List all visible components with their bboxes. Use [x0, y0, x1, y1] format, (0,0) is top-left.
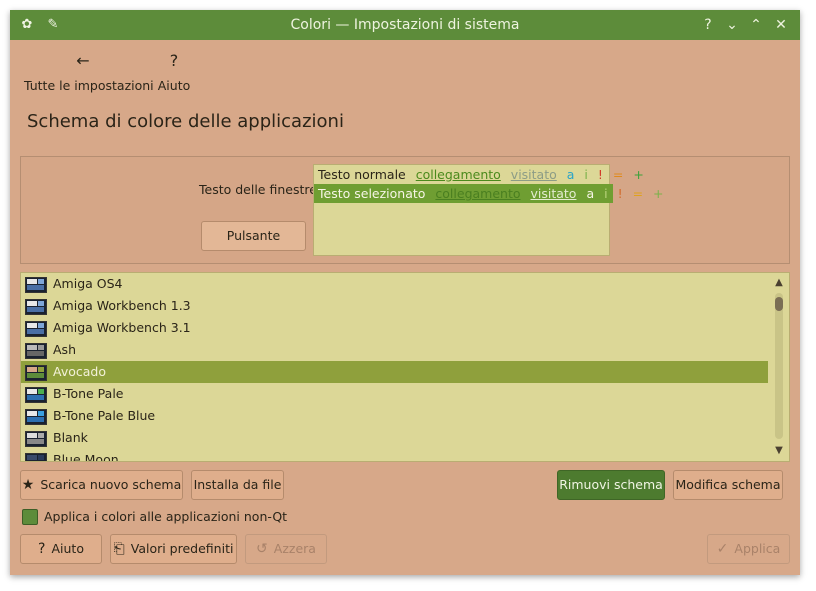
remove-scheme-button[interactable]: Rimuovi schema: [557, 470, 665, 500]
preview-selected-positive: +: [653, 186, 664, 201]
back-arrow-icon: ←: [76, 51, 90, 70]
preview-active: a: [566, 167, 575, 182]
scheme-preview-icon: [25, 343, 47, 359]
preview-normal-row: Testo normale collegamento visitato a i …: [314, 165, 644, 184]
apply-label: Applica: [734, 541, 781, 556]
list-item[interactable]: Amiga Workbench 1.3: [21, 295, 768, 317]
defaults-button[interactable]: ⎗ Valori predefiniti: [110, 534, 237, 564]
close-button[interactable]: ✕: [771, 15, 791, 35]
scheme-name: Blue Moon: [53, 452, 119, 462]
help-toolbar-label: Aiuto: [157, 78, 191, 93]
help-title-button[interactable]: ?: [698, 15, 718, 35]
preview-selected-visited: visitato: [530, 186, 577, 201]
defaults-label: Valori predefiniti: [130, 541, 234, 556]
list-item[interactable]: Blank: [21, 427, 768, 449]
list-item[interactable]: B-Tone Pale: [21, 383, 768, 405]
help-toolbar-button[interactable]: ? Aiuto: [154, 50, 194, 93]
preview-selected-row: Testo selezionato collegamento visitato …: [314, 184, 664, 203]
scheme-name: Avocado: [53, 364, 106, 379]
scroll-down-icon[interactable]: ▼: [772, 444, 786, 458]
scheme-preview-icon: [25, 431, 47, 447]
apply-button[interactable]: ✓ Applica: [707, 534, 790, 564]
scheme-name: B-Tone Pale Blue: [53, 408, 156, 423]
install-from-file-button[interactable]: Installa da file: [191, 470, 284, 500]
preview-selected-text: Testo selezionato: [318, 186, 426, 201]
scheme-name: Ash: [53, 342, 76, 357]
page-title: Schema di colore delle applicazioni: [27, 111, 344, 132]
star-icon: ★: [21, 477, 35, 493]
color-preview-panel: Testo delle finestre Pulsante Testo norm…: [20, 156, 790, 264]
window-text-label: Testo delle finestre: [199, 182, 317, 197]
preview-negative: !: [597, 167, 603, 182]
preview-view: Testo normale collegamento visitato a i …: [313, 164, 664, 256]
preview-positive: +: [633, 167, 644, 182]
preview-selected-active: a: [586, 186, 595, 201]
list-item[interactable]: Amiga OS4: [21, 273, 768, 295]
scrollbar-track[interactable]: [775, 293, 783, 439]
scheme-preview-icon: [25, 321, 47, 337]
all-settings-label: Tutte le impostazioni: [24, 78, 154, 93]
scheme-preview-icon: [25, 453, 47, 461]
preview-button: Pulsante: [201, 221, 306, 251]
preview-neutral: =: [612, 167, 624, 182]
help-icon: ?: [169, 51, 179, 70]
preview-selected-link: collegamento: [435, 186, 521, 201]
scheme-preview-icon: [25, 365, 47, 381]
minimize-button[interactable]: ⌄: [722, 15, 742, 35]
all-settings-button[interactable]: ← Tutte le impostazioni: [24, 50, 154, 93]
edit-scheme-button[interactable]: Modifica schema: [673, 470, 783, 500]
list-item[interactable]: B-Tone Pale Blue: [21, 405, 768, 427]
maximize-button[interactable]: ⌃: [746, 15, 766, 35]
scheme-preview-icon: [25, 277, 47, 293]
scheme-name: Amiga Workbench 1.3: [53, 298, 191, 313]
footer-help-label: Aiuto: [51, 541, 84, 556]
preview-selected-negative: !: [617, 186, 623, 201]
scroll-up-icon[interactable]: ▲: [772, 276, 786, 290]
scheme-name: Amiga OS4: [53, 276, 123, 291]
apply-non-qt-label: Applica i colori alle applicazioni non-Q…: [44, 509, 288, 524]
download-scheme-button[interactable]: ★ Scarica nuovo schema: [20, 470, 183, 500]
scheme-name: B-Tone Pale: [53, 386, 124, 401]
preview-visited: visitato: [510, 167, 557, 182]
list-scrollbar[interactable]: ▲ ▼: [770, 273, 788, 461]
apply-non-qt-checkbox[interactable]: [22, 509, 38, 525]
color-scheme-list[interactable]: Amiga OS4 Amiga Workbench 1.3 Amiga Work…: [20, 272, 790, 462]
help-icon: ?: [38, 541, 46, 557]
scheme-name: Blank: [53, 430, 88, 445]
preview-link: collegamento: [415, 167, 501, 182]
settings-window: ✿ ✎ Colori — Impostazioni di sistema ? ⌄…: [10, 10, 800, 575]
preview-selected-neutral: =: [632, 186, 644, 201]
scheme-name: Amiga Workbench 3.1: [53, 320, 191, 335]
list-item[interactable]: Blue Moon: [21, 449, 768, 462]
download-scheme-label: Scarica nuovo schema: [40, 477, 182, 492]
list-item-selected[interactable]: Avocado: [21, 361, 768, 383]
undo-icon: ↺: [256, 541, 268, 557]
footer-help-button[interactable]: ? Aiuto: [20, 534, 102, 564]
preview-selected-inactive: i: [604, 186, 608, 201]
checkmark-icon: ✓: [716, 541, 729, 557]
preview-inactive: i: [584, 167, 588, 182]
reset-label: Azzera: [273, 541, 316, 556]
scheme-preview-icon: [25, 409, 47, 425]
list-item[interactable]: Ash: [21, 339, 768, 361]
scrollbar-handle[interactable]: [775, 297, 783, 311]
scheme-preview-icon: [25, 387, 47, 403]
window-title: Colori — Impostazioni di sistema: [290, 17, 520, 33]
title-bar[interactable]: ✿ ✎ Colori — Impostazioni di sistema ? ⌄…: [10, 10, 800, 40]
preview-normal-text: Testo normale: [318, 167, 406, 182]
list-item[interactable]: Amiga Workbench 3.1: [21, 317, 768, 339]
scheme-preview-icon: [25, 299, 47, 315]
defaults-icon: ⎗: [113, 541, 125, 557]
reset-button[interactable]: ↺ Azzera: [245, 534, 327, 564]
